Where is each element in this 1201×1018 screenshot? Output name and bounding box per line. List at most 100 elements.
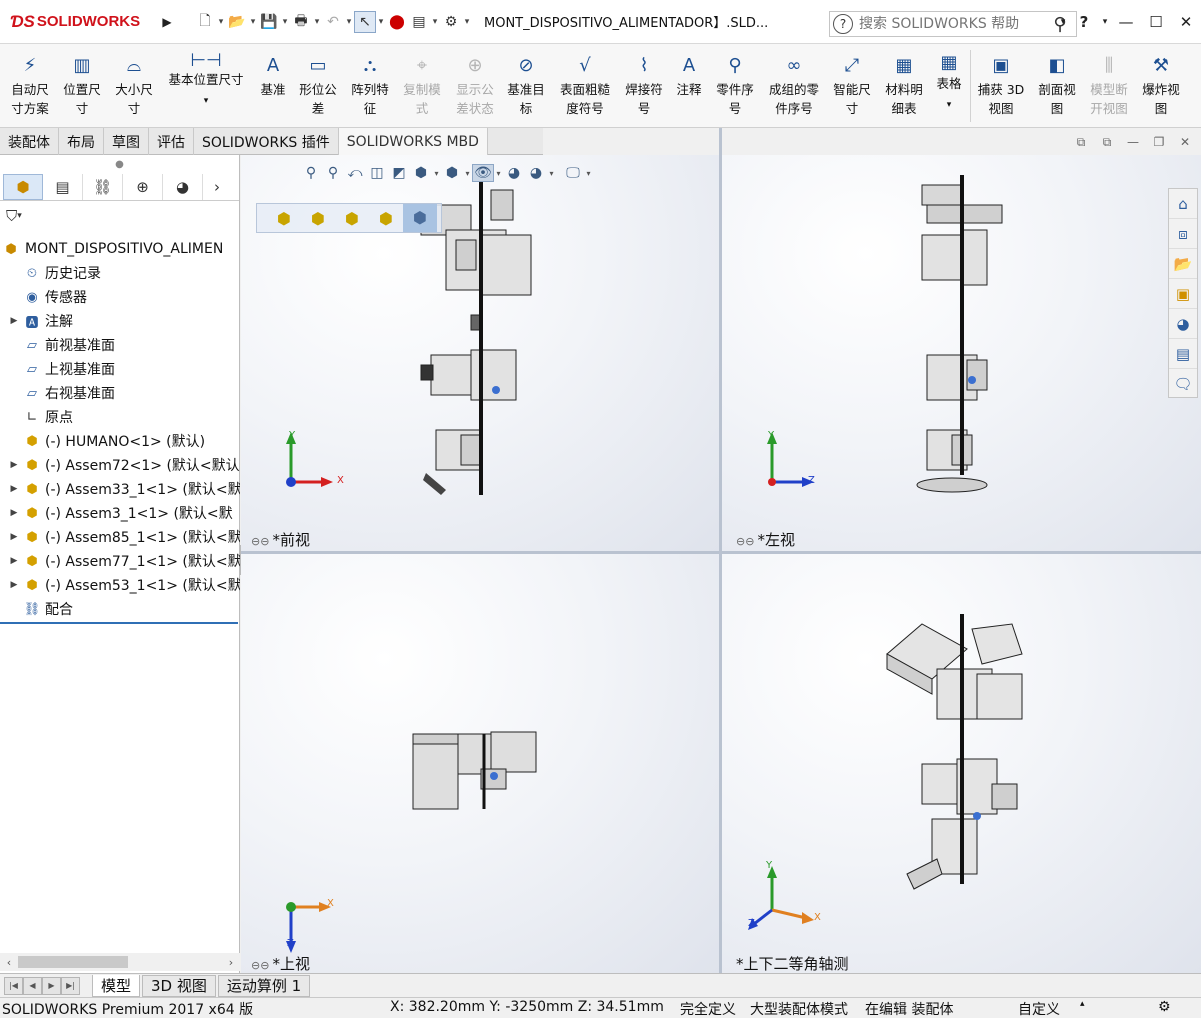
stacked-balloon-button[interactable]: ∞ 成组的零 件序号 <box>762 52 826 118</box>
viewport-top[interactable]: X Z ⊖⊖ *上视 <box>241 554 719 973</box>
prev-tab-icon[interactable]: ◀ <box>23 976 42 995</box>
zoom-to-fit-icon[interactable]: ⚲ <box>300 165 322 181</box>
basic-location-dimension-button[interactable]: ⊢⊣ 基本位置尺寸 ▾ <box>162 52 250 111</box>
menu-expand-arrow-icon[interactable]: ▶ <box>158 15 176 29</box>
size-dimension-button[interactable]: ⌓ 大小尺寸 <box>108 52 160 118</box>
section-view-toggle-icon[interactable]: ◫ <box>366 165 388 181</box>
tree-horizontal-scrollbar[interactable]: ‹ › <box>0 953 240 971</box>
view-orientation-dropdown-icon[interactable]: ▾ <box>432 169 441 178</box>
link-view-icon[interactable]: ⊖⊖ <box>251 535 269 548</box>
close-icon[interactable]: ✕ <box>1171 13 1201 31</box>
help-menu-icon[interactable]: ? <box>1069 13 1099 31</box>
select-cursor-icon[interactable]: ↖ <box>354 10 376 33</box>
expand-arrow-icon[interactable]: ▶ <box>6 580 22 590</box>
panel-tabs-more-icon[interactable]: › <box>203 174 231 200</box>
weld-symbol-button[interactable]: ⌇ 焊接符号 <box>620 52 668 118</box>
balloon-button[interactable]: ⚲ 零件序号 <box>710 52 760 118</box>
view-settings-dropdown-icon[interactable]: ▾ <box>584 169 593 178</box>
unit-system[interactable]: 自定义 <box>1018 999 1060 1018</box>
viewport-isometric[interactable]: Y X Z *上下二等角轴测 <box>722 554 1201 973</box>
dimxpert-tab-icon[interactable]: ⊕ <box>123 173 163 200</box>
expand-arrow-icon[interactable]: ▶ <box>6 316 22 326</box>
hide-show-items-icon[interactable]: 👁 <box>472 164 494 182</box>
copy-scheme-button[interactable]: ⌖ 复制模式 <box>397 52 447 118</box>
tree-item-assem3[interactable]: ▶ ⬢ (-) Assem3_1<1> (默认<默 <box>0 501 240 525</box>
viewport-close-icon[interactable]: ✕ <box>1172 135 1198 150</box>
design-library-icon[interactable]: ⧈ <box>1169 219 1197 249</box>
custom-properties-icon[interactable]: ▤ <box>1169 339 1197 369</box>
viewport-maximize-icon[interactable]: ❐ <box>1146 135 1172 150</box>
link-views-icon[interactable]: ⬢ <box>403 204 437 232</box>
tab-assembly[interactable]: 装配体 <box>0 128 59 155</box>
print-dropdown-icon[interactable]: ▾ <box>312 17 322 27</box>
first-tab-icon[interactable]: |◀ <box>4 976 23 995</box>
viewport-minimize-icon[interactable]: — <box>1120 135 1146 150</box>
display-style-icon[interactable]: ⬢ <box>441 165 463 181</box>
file-explorer-icon[interactable]: 📂 <box>1169 249 1197 279</box>
panel-grip-handle[interactable]: ● <box>0 155 239 173</box>
expand-arrow-icon[interactable]: ▶ <box>6 532 22 542</box>
tab-model[interactable]: 模型 <box>92 974 141 997</box>
table-button[interactable]: ▦ 表格 ▾ <box>930 52 968 115</box>
scroll-right-icon[interactable]: › <box>222 956 240 969</box>
edit-appearance-icon[interactable]: ◕ <box>503 165 525 181</box>
scroll-left-icon[interactable]: ‹ <box>0 956 18 969</box>
tab-motion-study[interactable]: 运动算例 1 <box>217 974 311 997</box>
tree-item-humano[interactable]: ⬢ (-) HUMANO<1> (默认) <box>0 429 240 453</box>
tree-root-assembly[interactable]: ⬢ MONT_DISPOSITIVO_ALIMEN <box>0 237 240 261</box>
hide-show-dropdown-icon[interactable]: ▾ <box>494 169 503 178</box>
pattern-feature-button[interactable]: ⛬ 阵列特征 <box>345 52 395 118</box>
bom-button[interactable]: ▦ 材料明 细表 <box>880 52 928 118</box>
help-question-icon[interactable]: ? <box>833 14 853 34</box>
appearances-scenes-icon[interactable]: ◕ <box>1169 309 1197 339</box>
tree-item-origin[interactable]: ∟ 原点 <box>0 405 240 429</box>
link-view-icon[interactable]: ⊖⊖ <box>736 535 754 548</box>
tree-item-assem53[interactable]: ▶ ⬢ (-) Assem53_1<1> (默认<默 <box>0 573 240 597</box>
save-icon[interactable]: 💾 <box>258 11 280 33</box>
tree-item-right-plane[interactable]: ▱ 右视基准面 <box>0 381 240 405</box>
tree-item-mates[interactable]: ⛓ 配合 <box>0 597 240 621</box>
open-folder-icon[interactable]: 📂 <box>226 11 248 33</box>
save-dropdown-icon[interactable]: ▾ <box>280 17 290 27</box>
tree-item-assem72[interactable]: ▶ ⬢ (-) Assem72<1> (默认<默认 <box>0 453 240 477</box>
file-properties-icon[interactable]: ▤ <box>408 11 430 33</box>
viewport-restore-right-icon[interactable]: ⧉ <box>1094 135 1120 150</box>
maximize-icon[interactable]: ☐ <box>1141 13 1171 31</box>
tree-item-assem77[interactable]: ▶ ⬢ (-) Assem77_1<1> (默认<默 <box>0 549 240 573</box>
tab-mbd[interactable]: SOLIDWORKS MBD <box>338 128 488 155</box>
rebuild-status-icon[interactable]: ⚙ <box>1158 999 1171 1015</box>
apply-scene-icon[interactable]: ◕ <box>525 165 547 181</box>
link-view-icon[interactable]: ⊖⊖ <box>251 959 269 972</box>
model-break-view-button[interactable]: ⫼ 模型断 开视图 <box>1084 52 1134 118</box>
expand-arrow-icon[interactable]: ▶ <box>6 460 22 470</box>
note-button[interactable]: A 注释 <box>670 52 708 99</box>
last-tab-icon[interactable]: ▶| <box>61 976 80 995</box>
tree-item-front-plane[interactable]: ▱ 前视基准面 <box>0 333 240 357</box>
view-settings-icon[interactable]: 🖵 <box>562 165 584 181</box>
tree-filter[interactable]: ⛉ ▾ <box>0 201 239 231</box>
tree-item-assem33[interactable]: ▶ ⬢ (-) Assem33_1<1> (默认<默 <box>0 477 240 501</box>
new-document-icon[interactable]: 🗋 <box>194 11 216 33</box>
solidworks-resources-icon[interactable]: ⌂ <box>1169 189 1197 219</box>
rebuild-traffic-light-icon[interactable]: ⬤ <box>386 11 408 33</box>
solidworks-logo[interactable]: ƊS SOLIDWORKS <box>0 0 158 44</box>
single-view-icon[interactable]: ⬢ <box>267 209 301 228</box>
smart-dimension-button[interactable]: ⤢ 智能尺寸 <box>828 52 876 118</box>
undo-icon[interactable]: ↶ <box>322 11 344 33</box>
four-view-icon[interactable]: ⬢ <box>369 209 403 228</box>
help-dropdown-icon[interactable]: ▾ <box>1099 17 1111 27</box>
basic-location-dropdown-icon[interactable]: ▾ <box>204 96 209 106</box>
show-tolerance-status-button[interactable]: ⊕ 显示公 差状态 <box>449 52 501 118</box>
minimize-icon[interactable]: — <box>1111 13 1141 31</box>
tab-sketch[interactable]: 草图 <box>104 128 149 155</box>
two-view-vertical-icon[interactable]: ⬢ <box>335 209 369 228</box>
datum-button[interactable]: A 基准 <box>254 52 292 99</box>
unit-system-dropdown-icon[interactable]: ▴ <box>1080 999 1085 1009</box>
view-palette-icon[interactable]: ▣ <box>1169 279 1197 309</box>
capture-3d-view-button[interactable]: ▣ 捕获 3D 视图 <box>974 52 1028 118</box>
display-manager-tab-icon[interactable]: ◕ <box>163 173 203 200</box>
open-dropdown-icon[interactable]: ▾ <box>248 17 258 27</box>
tree-item-sensors[interactable]: ◉ 传感器 <box>0 285 240 309</box>
scrollbar-thumb[interactable] <box>18 956 128 968</box>
expand-arrow-icon[interactable]: ▶ <box>6 556 22 566</box>
